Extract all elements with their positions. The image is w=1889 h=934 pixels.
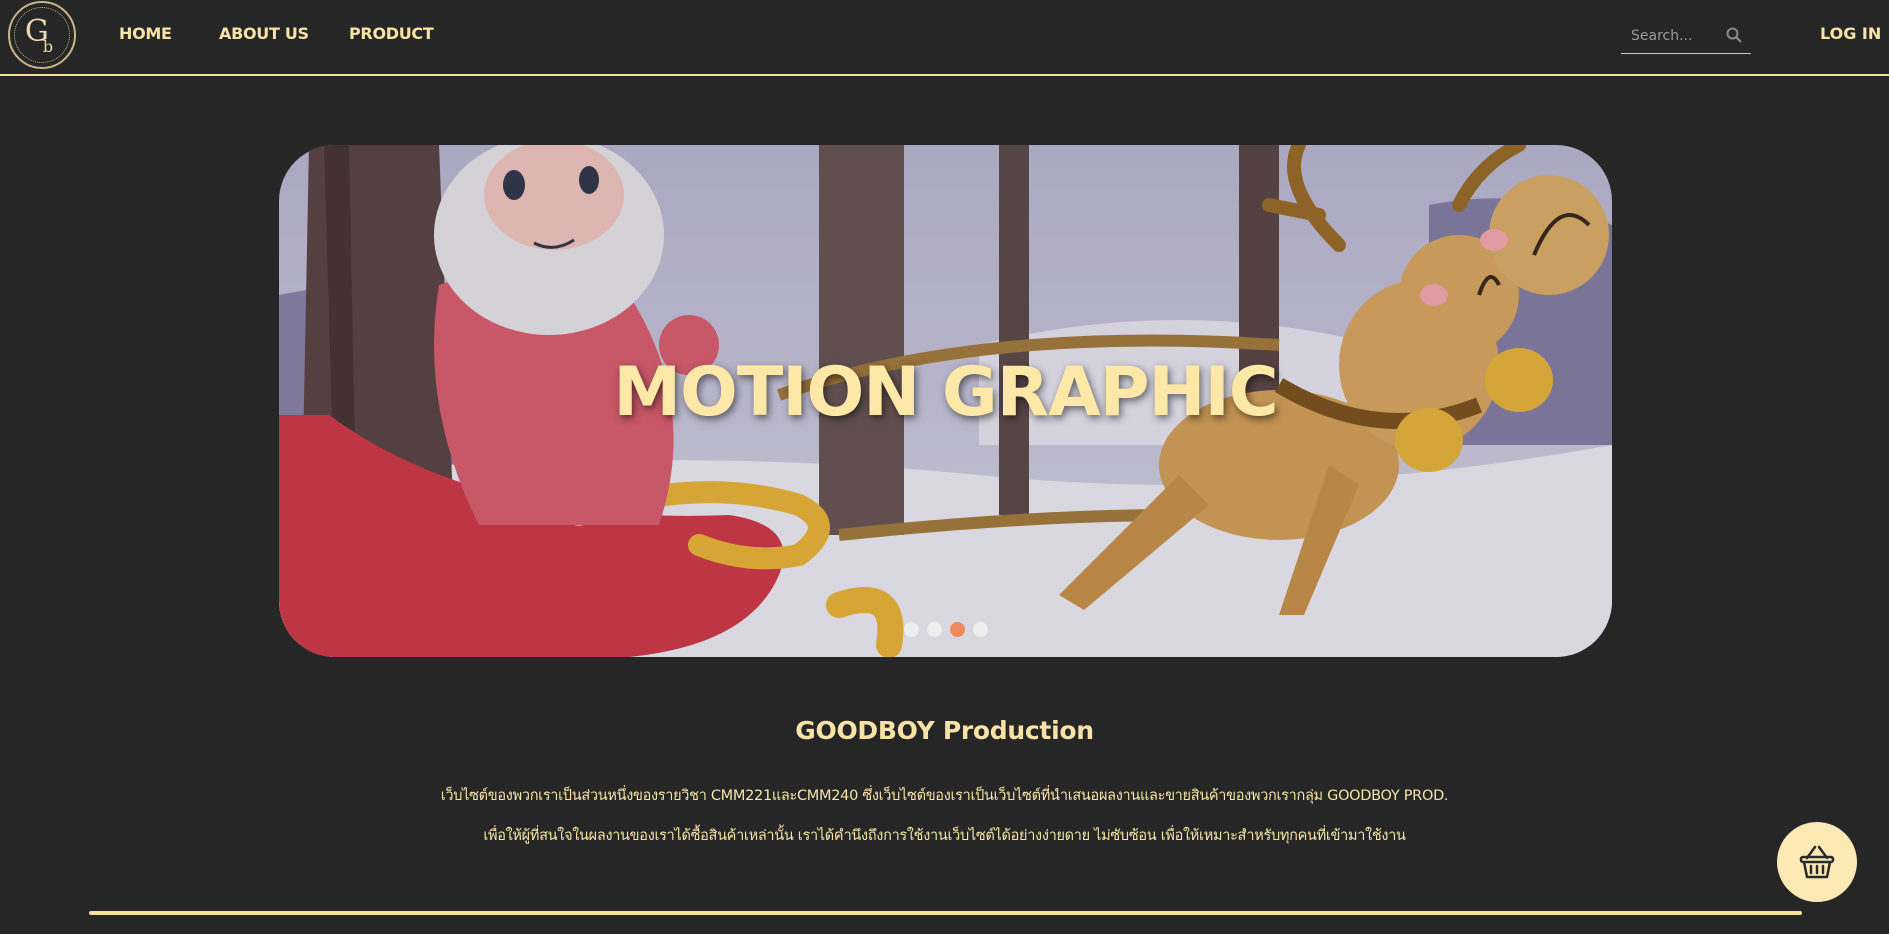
nav-home[interactable]: HOME — [119, 24, 172, 43]
description-line-2: เพื่อให้ผู้ที่สนใจในผลงานของเราได้ซื้อสิ… — [483, 828, 1406, 844]
navbar: Gb HOME ABOUT US PRODUCT LOG IN — [0, 0, 1889, 76]
hero-carousel[interactable]: MOTION GRAPHIC — [279, 145, 1612, 657]
nav-about-us[interactable]: ABOUT US — [219, 24, 309, 43]
basket-icon — [1799, 845, 1835, 879]
divider — [89, 911, 1802, 915]
logo[interactable]: Gb — [8, 1, 76, 69]
cart-button[interactable] — [1777, 822, 1857, 902]
carousel-dot-2[interactable] — [927, 622, 942, 637]
carousel-dot-1[interactable] — [904, 622, 919, 637]
description-line-1: เว็บไซต์ของพวกเราเป็นส่วนหนึ่งของรายวิชา… — [440, 788, 1449, 804]
nav-product[interactable]: PRODUCT — [349, 24, 434, 43]
carousel-indicators — [904, 622, 988, 637]
search-box — [1621, 20, 1751, 54]
carousel-dot-3[interactable] — [950, 622, 965, 637]
carousel-dot-4[interactable] — [973, 622, 988, 637]
section-title: GOODBOY Production — [795, 716, 1094, 745]
logo-text: Gb — [24, 14, 54, 56]
search-icon[interactable] — [1725, 26, 1743, 44]
search-input[interactable] — [1629, 24, 1725, 48]
banner-title: MOTION GRAPHIC — [613, 353, 1278, 432]
login-button[interactable]: LOG IN — [1820, 24, 1881, 43]
